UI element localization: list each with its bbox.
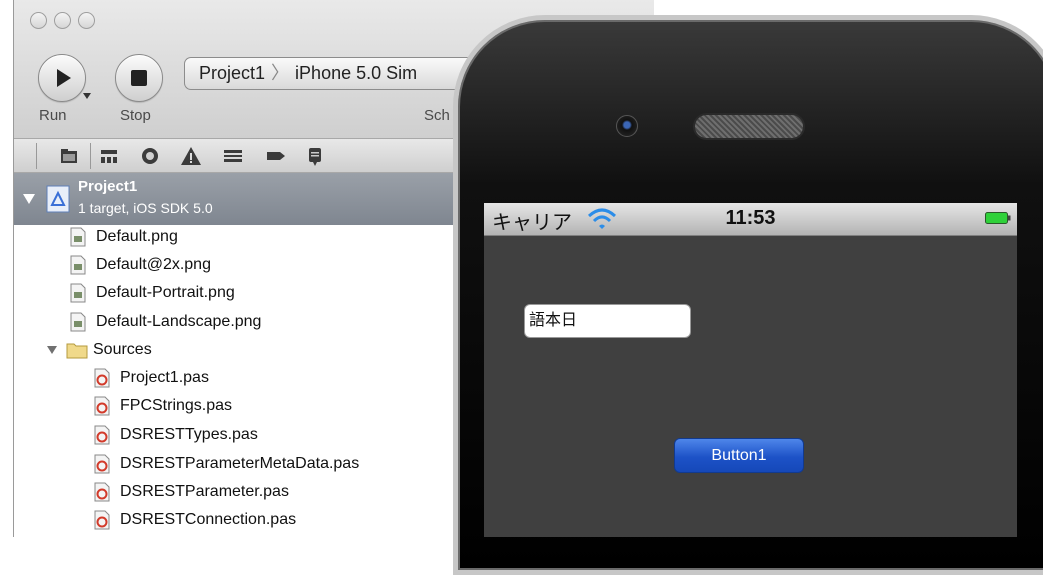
hierarchy-icon[interactable] <box>98 145 120 167</box>
pascal-file-icon <box>94 368 110 388</box>
log-icon[interactable] <box>304 145 326 167</box>
project-icon <box>46 185 70 213</box>
run-menu-arrow-icon[interactable] <box>82 92 92 100</box>
play-icon <box>57 69 71 87</box>
stop-icon <box>131 70 147 86</box>
file-name: FPCStrings.pas <box>120 397 233 414</box>
run-label: Run <box>39 107 67 124</box>
disclosure-open-icon[interactable] <box>22 193 36 205</box>
folder-name: Sources <box>93 341 152 358</box>
stop-button[interactable] <box>115 54 163 102</box>
folder-icon[interactable] <box>58 145 80 167</box>
file-name: Default.png <box>96 228 178 245</box>
image-file-icon <box>70 227 86 247</box>
close-window-button[interactable] <box>30 12 47 29</box>
status-bar: キャリア 11:53 <box>484 203 1017 236</box>
scheme-label: Sch <box>424 107 450 124</box>
battery-icon <box>985 212 1011 224</box>
file-name: DSRESTConnection.pas <box>120 511 297 528</box>
minimize-window-button[interactable] <box>54 12 71 29</box>
file-name: DSRESTParameter.pas <box>120 483 289 500</box>
pascal-file-icon <box>94 396 110 416</box>
button1[interactable]: Button1 <box>674 438 804 473</box>
zoom-window-button[interactable] <box>78 12 95 29</box>
clock-label: 11:53 <box>725 207 776 229</box>
project-subtitle: 1 target, iOS SDK 5.0 <box>78 200 213 216</box>
scheme-popup[interactable]: Project1 〉 iPhone 5.0 Sim <box>184 57 484 90</box>
file-name: Default-Portrait.png <box>96 284 235 301</box>
camera-icon <box>616 115 638 137</box>
pascal-file-icon <box>94 425 110 445</box>
image-file-icon <box>70 312 86 332</box>
image-file-icon <box>70 255 86 275</box>
scheme-separator: 〉 <box>271 63 290 83</box>
file-name: DSRESTParameterMetaData.pas <box>120 455 360 472</box>
simulator-screen: キャリア 11:53 語本日 Button1 <box>484 203 1017 537</box>
stop-label: Stop <box>120 107 151 124</box>
list-icon[interactable] <box>222 145 244 167</box>
speaker-grille <box>693 113 805 140</box>
search-icon[interactable] <box>139 145 161 167</box>
pascal-file-icon <box>94 510 110 530</box>
warning-icon[interactable] <box>180 145 202 167</box>
scheme-project: Project1 <box>199 63 266 83</box>
file-name: Project1.pas <box>120 369 209 386</box>
file-name: DSRESTTypes.pas <box>120 426 258 443</box>
pascal-file-icon <box>94 482 110 502</box>
file-name: Default-Landscape.png <box>96 313 262 330</box>
text-field[interactable]: 語本日 <box>524 304 691 338</box>
breakpoint-icon[interactable] <box>265 145 287 167</box>
project-name: Project1 <box>78 178 138 195</box>
run-button[interactable] <box>38 54 86 102</box>
file-name: Default@2x.png <box>96 256 211 273</box>
disclosure-open-icon[interactable] <box>46 345 58 355</box>
pascal-file-icon <box>94 454 110 474</box>
scheme-destination: iPhone 5.0 Sim <box>295 63 418 83</box>
image-file-icon <box>70 283 86 303</box>
folder-icon <box>66 343 88 359</box>
